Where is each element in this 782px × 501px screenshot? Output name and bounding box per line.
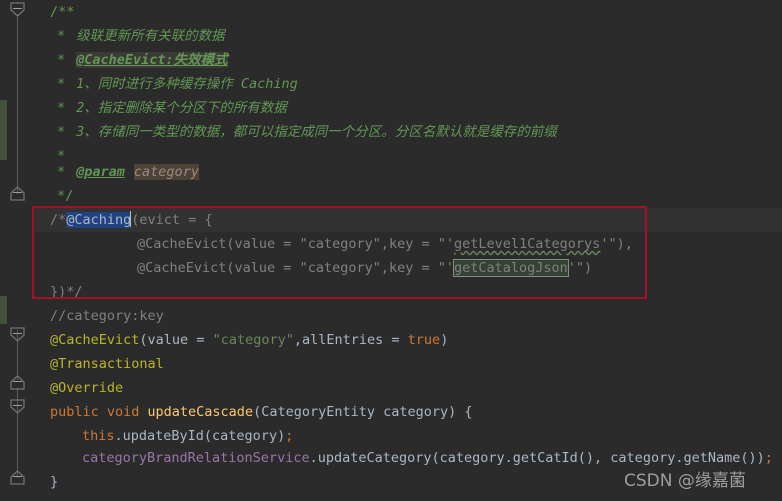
comment-evict-head: @CacheEvict(value = [137,236,300,252]
doc-star: * [57,52,66,68]
equals-1: = [188,332,213,348]
comment-evict-tail: '"), [600,236,633,252]
doc-text: 1、同时进行多种缓存操作 Caching [76,76,298,92]
keyword-this: this [82,428,115,444]
code-line-commented-open[interactable]: /*@Caching(evict = { [50,208,213,232]
string-category: "category" [212,332,294,348]
fold-dash [13,405,22,406]
chevron-down-icon [10,2,25,17]
code-line-doc-param[interactable]: * @param category [57,160,199,184]
fold-dash [13,333,22,334]
comment-close-token: })*/ [50,284,83,300]
call-updatebyid[interactable]: .updateById(category) [115,428,286,444]
gutter-background [0,0,32,501]
doc-star: * [57,28,66,44]
keyword-public-void: public void [50,404,140,420]
fold-marker-expand-method[interactable] [10,470,25,485]
fold-dash [13,381,22,382]
code-line-commented-close[interactable]: })*/ [50,280,83,304]
selected-caching-token[interactable]: @Caching [66,212,132,228]
chevron-down-icon [10,327,25,342]
doc-text: 2、指定删除某个分区下的所有数据 [76,100,287,116]
fold-marker-expand-anno[interactable] [10,375,25,390]
semicolon: ; [764,450,773,466]
equals-2: = [383,332,408,348]
change-bar-upper[interactable] [0,100,7,160]
code-line-method-close[interactable]: } [50,470,58,494]
change-bar-lower[interactable] [0,296,7,324]
doc-star: * [57,76,66,92]
note-comment-text: //category:key [50,308,164,324]
doc-close-token: */ [57,188,74,204]
comment-evict-string: "category" [299,260,381,276]
code-line-commented-evict-1[interactable]: @CacheEvict(value = "category",key = "'g… [137,232,633,256]
comment-evict-string: "category" [299,236,381,252]
fold-marker-collapse-anno[interactable] [10,327,25,342]
annotation-cacheevict[interactable]: @CacheEvict [50,332,139,348]
fold-dash [13,476,22,477]
comment-evict-key-spellcheck: getLevel1Categorys [454,236,601,252]
comma: , [293,332,302,348]
fold-region-line-doc [17,14,18,194]
keyword-true: true [407,332,441,348]
code-line-updatebyid[interactable]: this.updateById(category); [82,424,293,448]
comment-evict-mid: ,key = "' [380,236,454,252]
comment-evict-key-highlighted[interactable]: getCatalogJson [453,259,569,277]
fold-dash [13,192,22,193]
code-line-doc-2[interactable]: * @CacheEvict:失效模式 [57,48,228,72]
annotation-override[interactable]: @Override [50,380,123,396]
chevron-up-icon [10,470,25,485]
attr-value: value [147,332,189,348]
doc-param-value: category [133,164,199,180]
code-line-doc-4[interactable]: * 2、指定删除某个分区下的所有数据 [57,96,287,120]
call-updatecategory[interactable]: .updateCategory(category.getCatId(), cat… [310,450,765,466]
csdn-watermark: CSDN @缘嘉菌 [624,471,746,491]
paren-close: ) [440,332,449,348]
paren-open: ( [139,332,148,348]
code-line-cacheevict[interactable]: @CacheEvict(value = "category",allEntrie… [50,328,448,352]
semicolon: ; [285,428,294,444]
code-line-method-signature[interactable]: public void updateCascade(CategoryEntity … [50,400,473,424]
code-content[interactable]: /** * 级联更新所有关联的数据 * @CacheEvict:失效模式 * 1、同时… [32,0,782,501]
comment-evict-tail: '") [567,260,593,276]
editor-gutter[interactable] [0,0,32,501]
doc-param-tag: @param [76,164,125,180]
code-line-doc-1[interactable]: * 级联更新所有关联的数据 [57,24,225,48]
chevron-up-icon [10,186,25,201]
doc-open-token: /** [50,4,75,20]
code-line-doc-5[interactable]: * 3、存储同一类型的数据，都可以指定成同一个分区。分区名默认就是缓存的前缀 [57,120,557,144]
fold-marker-collapse-doc[interactable] [10,2,25,17]
annotation-transactional[interactable]: @Transactional [50,356,164,372]
comment-open-tail: (evict = { [131,212,213,228]
comment-evict-head: @CacheEvict(value = [137,260,300,276]
code-line-doc-3[interactable]: * 1、同时进行多种缓存操作 Caching [57,72,298,96]
chevron-down-icon [10,399,25,414]
code-line-doc-close[interactable]: */ [57,184,73,208]
method-params: (CategoryEntity category) { [253,404,473,420]
doc-cacheevict-highlight: @CacheEvict:失效模式 [76,52,228,68]
doc-star: * [57,164,66,180]
attr-allentries: allEntries [302,332,384,348]
code-editor: /** * 级联更新所有关联的数据 * @CacheEvict:失效模式 * 1、同时… [0,0,782,501]
code-line-note-comment[interactable]: //category:key [50,304,164,328]
code-line-transactional[interactable]: @Transactional [50,352,164,376]
method-name-updatecascade[interactable]: updateCascade [147,404,253,420]
comment-open-token: /* [50,212,67,228]
doc-text: 3、存储同一类型的数据，都可以指定成同一个分区。分区名默认就是缓存的前缀 [76,124,557,140]
doc-star: * [57,124,66,140]
comment-evict-mid: ,key = "' [380,260,454,276]
code-line-override[interactable]: @Override [50,376,123,400]
chevron-up-icon [10,375,25,390]
doc-text: 级联更新所有关联的数据 [76,28,225,44]
fold-marker-expand-region[interactable] [10,186,25,201]
code-line-commented-evict-2[interactable]: @CacheEvict(value = "category",key = "'g… [137,256,592,280]
fold-marker-collapse-method[interactable] [10,399,25,414]
fold-dash [13,8,22,9]
code-line-doc-open[interactable]: /** [50,0,74,24]
field-categorybrandrelationservice[interactable]: categoryBrandRelationService [82,450,310,466]
doc-star: * [57,100,66,116]
brace-close: } [50,474,59,490]
